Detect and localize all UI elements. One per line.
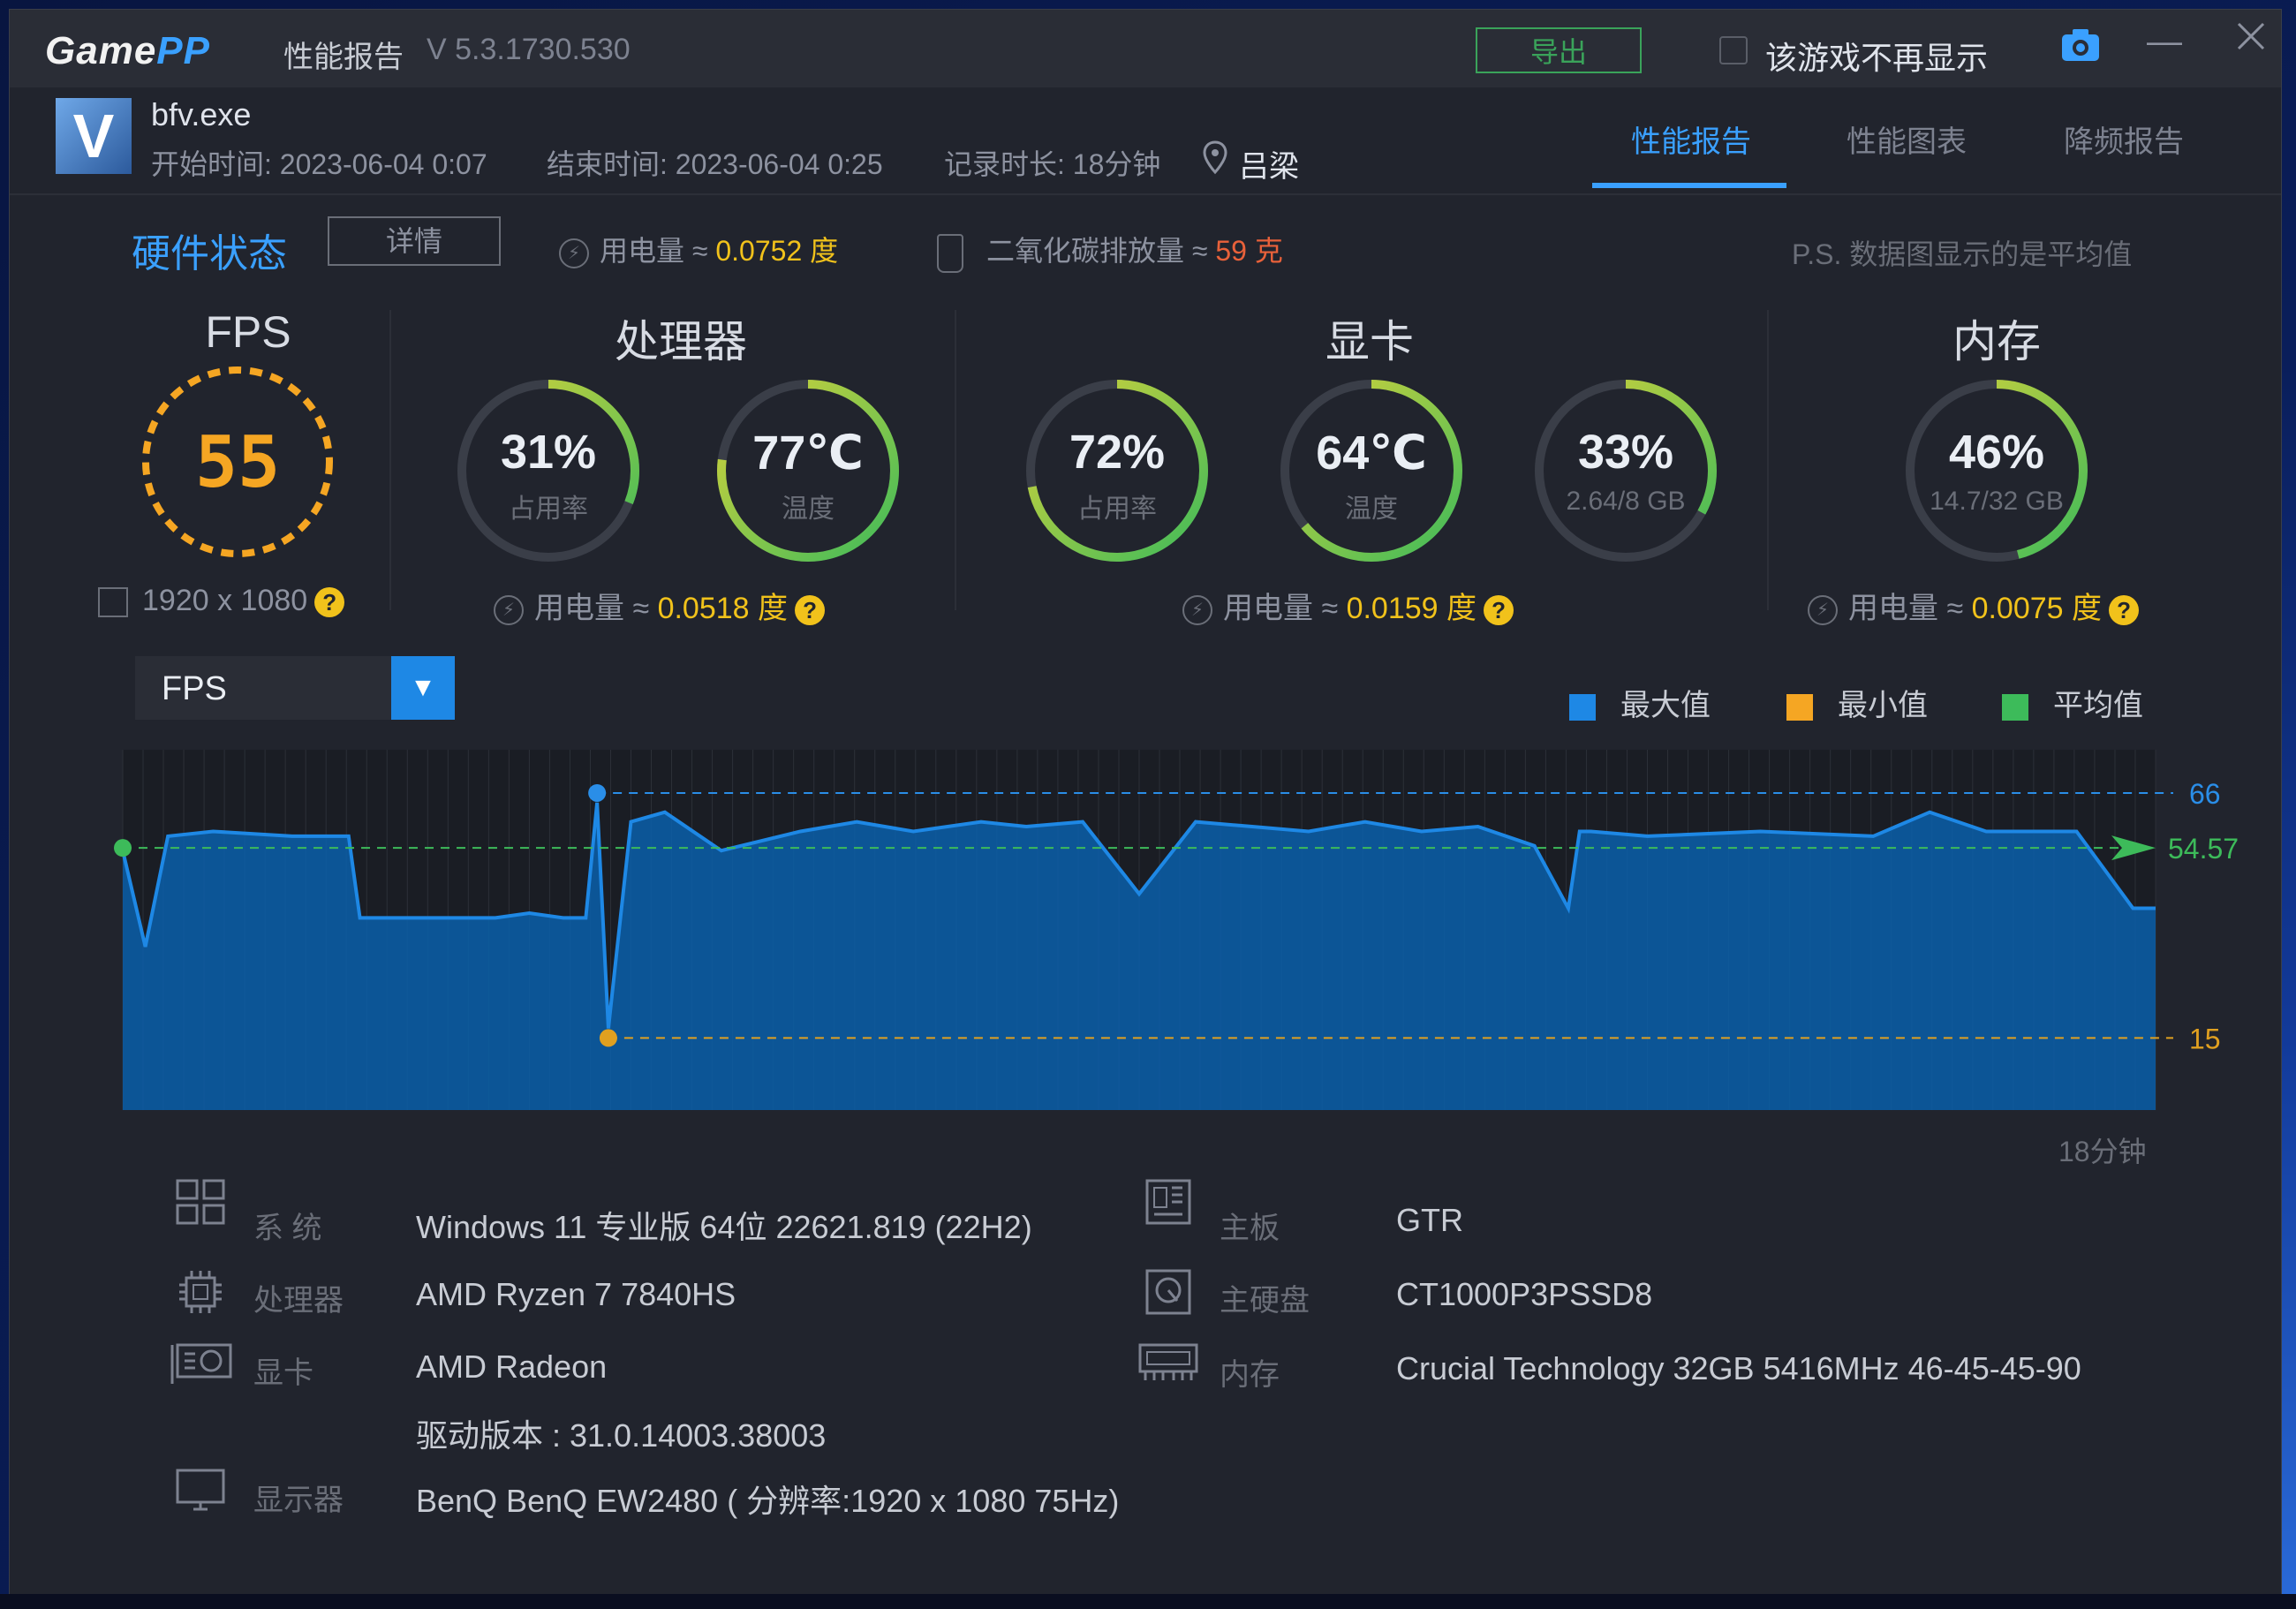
disk-label: 主硬盘 bbox=[1220, 1284, 1310, 1318]
os-label: 系 统 bbox=[253, 1212, 322, 1245]
max-marker bbox=[588, 783, 607, 802]
min-value-label: 15 bbox=[2189, 1023, 2221, 1054]
gpu-value: AMD Radeon bbox=[416, 1348, 608, 1385]
hard-disk-icon bbox=[1142, 1267, 1195, 1317]
gamepp-report-window: GamePP 性能报告 V 5.3.1730.530 导出 该游戏不再显示 — … bbox=[9, 9, 2282, 1595]
windows-grid-icon bbox=[174, 1177, 227, 1227]
display-label: 显示器 bbox=[253, 1484, 344, 1517]
os-value: Windows 11 专业版 64位 22621.819 (22H2) bbox=[416, 1209, 1032, 1245]
desktop-taskbar-edge bbox=[0, 1594, 2296, 1609]
disk-value: CT1000P3PSSD8 bbox=[1396, 1276, 1653, 1312]
driver-version: 驱动版本 : 31.0.14003.38003 bbox=[416, 1417, 827, 1454]
memory-label: 内存 bbox=[1220, 1358, 1280, 1392]
motherboard-value: GTR bbox=[1396, 1202, 1463, 1238]
graphics-card-icon bbox=[169, 1338, 234, 1387]
motherboard-icon bbox=[1142, 1177, 1195, 1227]
avg-value-label: 54.57 bbox=[2168, 833, 2239, 865]
display-value: BenQ BenQ EW2480 ( 分辨率:1920 x 1080 75Hz) bbox=[416, 1483, 1120, 1519]
cpu-chip-icon bbox=[174, 1267, 227, 1317]
gpu-label: 显卡 bbox=[253, 1356, 313, 1390]
memory-value: Crucial Technology 32GB 5416MHz 46-45-45… bbox=[1396, 1350, 2081, 1386]
cpu-value: AMD Ryzen 7 7840HS bbox=[416, 1276, 736, 1312]
max-value-label: 66 bbox=[2189, 778, 2221, 810]
x-axis-label: 18分钟 bbox=[2058, 1136, 2147, 1167]
memory-stick-icon bbox=[1137, 1338, 1200, 1387]
monitor-icon bbox=[174, 1465, 227, 1515]
cpu-label: 处理器 bbox=[253, 1284, 344, 1318]
min-marker bbox=[599, 1029, 617, 1047]
avg-marker bbox=[114, 839, 132, 857]
motherboard-label: 主板 bbox=[1220, 1212, 1280, 1245]
